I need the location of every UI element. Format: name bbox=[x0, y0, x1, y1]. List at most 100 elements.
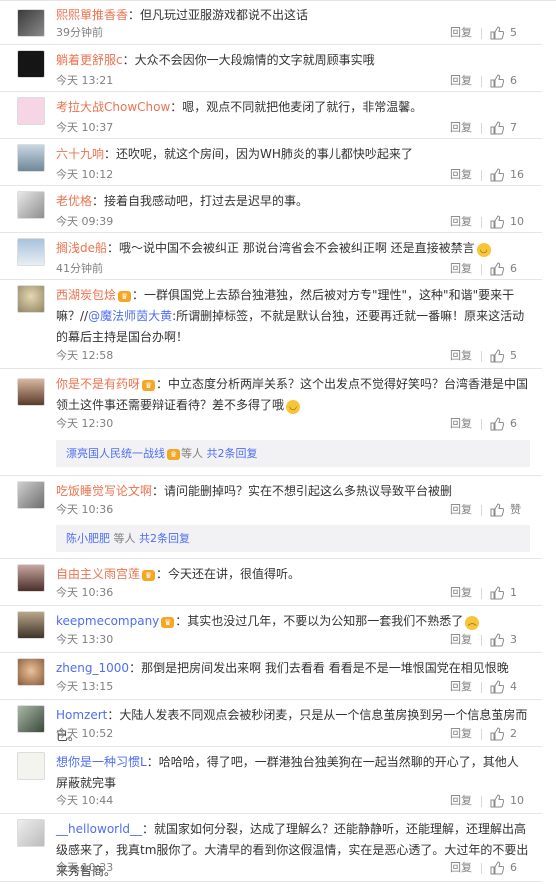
comment-item: 六十九响：还吹呢，就这个房间，因为WH肺炎的事儿都快吵起来了 今天 10:12 … bbox=[0, 138, 542, 186]
avatar[interactable] bbox=[17, 285, 45, 313]
like-button[interactable]: 赞 bbox=[488, 501, 530, 519]
more-replies-link[interactable]: 共2条回复 bbox=[139, 532, 190, 545]
reply-button[interactable]: 回复 bbox=[450, 792, 472, 810]
like-button[interactable]: 7 bbox=[488, 119, 530, 137]
avatar[interactable] bbox=[17, 819, 45, 847]
avatar[interactable] bbox=[17, 481, 45, 509]
avatar[interactable] bbox=[17, 658, 45, 686]
sub-reply-username[interactable]: 漂亮国人民统一战线 bbox=[66, 447, 165, 460]
comment-time: 今天 10:44 bbox=[56, 794, 114, 807]
comment-username[interactable]: 老优格 bbox=[56, 194, 92, 208]
like-button[interactable]: 5 bbox=[488, 347, 530, 365]
comment-time: 今天 10:12 bbox=[56, 168, 114, 181]
reply-button[interactable]: 回复 bbox=[450, 119, 472, 137]
like-button[interactable]: 1 bbox=[488, 584, 530, 602]
comment-body: ：那倒是把房间发出来啊 我们去看看 看看是不是一堆恨国党在相见恨晚 bbox=[129, 661, 509, 675]
comment-username[interactable]: 想你是一种习惯L bbox=[56, 755, 147, 769]
comment-item: Homzert：大陆人发表不同观点会被秒闭麦，只是从一个信息茧房换到另一个信息茧… bbox=[0, 699, 542, 747]
comment-text: 躺着更舒服c：大众不会因你一大段煽情的文字就周顾事实哦 bbox=[56, 50, 530, 71]
reply-button[interactable]: 回复 bbox=[450, 415, 472, 433]
divider bbox=[481, 351, 482, 362]
avatar[interactable] bbox=[17, 238, 45, 266]
comment-username[interactable]: 搁浅de船 bbox=[56, 241, 107, 255]
reply-button[interactable]: 回复 bbox=[450, 347, 472, 365]
comment-text: 你是不是有药呀 ♛ ：中立态度分析两岸关系？这个出发点不觉得好笑吗？台湾香港是中国领… bbox=[56, 374, 530, 416]
comment-item: keepmecompany ♛ ：其实也没过几年，不要以为公知那一套我们不熟悉了 ︵ … bbox=[0, 605, 542, 653]
sub-reply-username[interactable]: 陈小肥肥 bbox=[66, 532, 110, 545]
like-count: 6 bbox=[510, 262, 517, 275]
comment-item: 自由主义雨宫莲 ♛ ：今天还在讲，很值得听。 今天 10:36 回复 1 bbox=[0, 558, 542, 606]
like-button[interactable]: 10 bbox=[488, 213, 530, 231]
comment-text: 熙熙單推香香：但凡玩过亚服游戏都说不出这话 bbox=[56, 5, 530, 26]
comment-username[interactable]: 吃饭睡觉写论文啊 bbox=[56, 484, 152, 498]
like-count: 7 bbox=[510, 121, 517, 134]
avatar[interactable] bbox=[17, 191, 45, 219]
like-button[interactable]: 2 bbox=[488, 725, 530, 743]
comment-body: ：大众不会因你一大段煽情的文字就周顾事实哦 bbox=[122, 53, 375, 67]
comment-username[interactable]: Homzert bbox=[56, 708, 107, 722]
reply-button[interactable]: 回复 bbox=[450, 678, 472, 696]
reply-button[interactable]: 回复 bbox=[450, 24, 472, 42]
sub-replies-summary[interactable]: 陈小肥肥 等人 共2条回复 bbox=[56, 525, 530, 552]
comment-username[interactable]: 你是不是有药呀 bbox=[56, 377, 140, 391]
comment-body: ：哦～说中国不会被纠正 那说台湾省会不会被纠正啊 还是直接被禁言 bbox=[107, 241, 475, 255]
reply-button[interactable]: 回复 bbox=[450, 584, 472, 602]
vip-badge-icon: ♛ bbox=[118, 291, 132, 302]
reply-button[interactable]: 回复 bbox=[450, 725, 472, 743]
reply-button[interactable]: 回复 bbox=[450, 72, 472, 90]
avatar[interactable] bbox=[17, 378, 45, 406]
avatar[interactable] bbox=[17, 97, 45, 125]
comment-username[interactable]: zheng_1000 bbox=[56, 661, 129, 675]
sub-replies-summary[interactable]: 漂亮国人民统一战线 ♛ 等人 共2条回复 bbox=[56, 440, 530, 467]
comment-meta: 41分钟前 回复 6 bbox=[56, 260, 530, 278]
comment-time: 今天 13:15 bbox=[56, 680, 114, 693]
comment-username[interactable]: 自由主义雨宫莲 bbox=[56, 567, 140, 581]
comment-username[interactable]: 西湖炭包烩 bbox=[56, 288, 116, 302]
reply-button[interactable]: 回复 bbox=[450, 166, 472, 184]
like-button[interactable]: 3 bbox=[488, 631, 530, 649]
comment-username[interactable]: 六十九响 bbox=[56, 147, 104, 161]
comment-text: 老优格：接着自我感动吧，打过去是迟早的事。 bbox=[56, 191, 530, 212]
like-button[interactable]: 6 bbox=[488, 859, 530, 877]
like-button[interactable]: 4 bbox=[488, 678, 530, 696]
like-button[interactable]: 6 bbox=[488, 72, 530, 90]
thumbs-up-icon bbox=[490, 861, 504, 875]
thumbs-up-icon bbox=[490, 74, 504, 88]
comment-feed: 熙熙單推香香：但凡玩过亚服游戏都说不出这话 39分钟前 回复 5 躺着更舒服c：… bbox=[0, 0, 556, 885]
comment-item: 搁浅de船：哦～说中国不会被纠正 那说台湾省会不会被纠正啊 还是直接被禁言 ◡ 4… bbox=[0, 232, 542, 280]
comment-item: 考拉大战ChowChow：嗯，观点不同就把他麦闭了就行，非常温馨。 今天 10:… bbox=[0, 91, 542, 139]
avatar[interactable] bbox=[17, 50, 45, 78]
comment-username[interactable]: 熙熙單推香香 bbox=[56, 8, 128, 22]
reply-button[interactable]: 回复 bbox=[450, 260, 472, 278]
thumbs-up-icon bbox=[490, 680, 504, 694]
vip-badge-icon: ♛ bbox=[167, 449, 180, 460]
comment-text: 搁浅de船：哦～说中国不会被纠正 那说台湾省会不会被纠正啊 还是直接被禁言 ◡ bbox=[56, 238, 530, 259]
like-button[interactable]: 16 bbox=[488, 166, 530, 184]
reply-button[interactable]: 回复 bbox=[450, 631, 472, 649]
more-replies-link[interactable]: 共2条回复 bbox=[207, 447, 258, 460]
comment-body: ：但凡玩过亚服游戏都说不出这话 bbox=[128, 8, 309, 22]
reply-button[interactable]: 回复 bbox=[450, 213, 472, 231]
like-button[interactable]: 6 bbox=[488, 260, 530, 278]
comment-item: 想你是一种习惯L：哈哈哈，得了吧，一群港独台独美狗在一起当然聊的开心了，其他人屏… bbox=[0, 746, 542, 814]
comment-username[interactable]: __helloworld__ bbox=[56, 822, 142, 836]
comment-username[interactable]: keepmecompany bbox=[56, 614, 159, 628]
mention-link[interactable]: @魔法师茵大黄 bbox=[88, 309, 172, 323]
like-button[interactable]: 6 bbox=[488, 415, 530, 433]
comment-username[interactable]: 考拉大战ChowChow bbox=[56, 100, 170, 114]
avatar[interactable] bbox=[17, 9, 45, 37]
avatar[interactable] bbox=[17, 144, 45, 172]
avatar[interactable] bbox=[17, 564, 45, 592]
comment-meta: 今天 12:30 回复 6 bbox=[56, 415, 530, 433]
avatar[interactable] bbox=[17, 705, 45, 733]
avatar[interactable] bbox=[17, 752, 45, 780]
divider bbox=[481, 217, 482, 228]
comment-text: 考拉大战ChowChow：嗯，观点不同就把他麦闭了就行，非常温馨。 bbox=[56, 97, 530, 118]
comment-username[interactable]: 躺着更舒服c bbox=[56, 53, 123, 67]
reply-button[interactable]: 回复 bbox=[450, 501, 472, 519]
like-button[interactable]: 10 bbox=[488, 792, 530, 810]
reply-button[interactable]: 回复 bbox=[450, 859, 472, 877]
comment-text: 自由主义雨宫莲 ♛ ：今天还在讲，很值得听。 bbox=[56, 564, 530, 585]
like-button[interactable]: 5 bbox=[488, 24, 530, 42]
avatar[interactable] bbox=[17, 611, 45, 639]
